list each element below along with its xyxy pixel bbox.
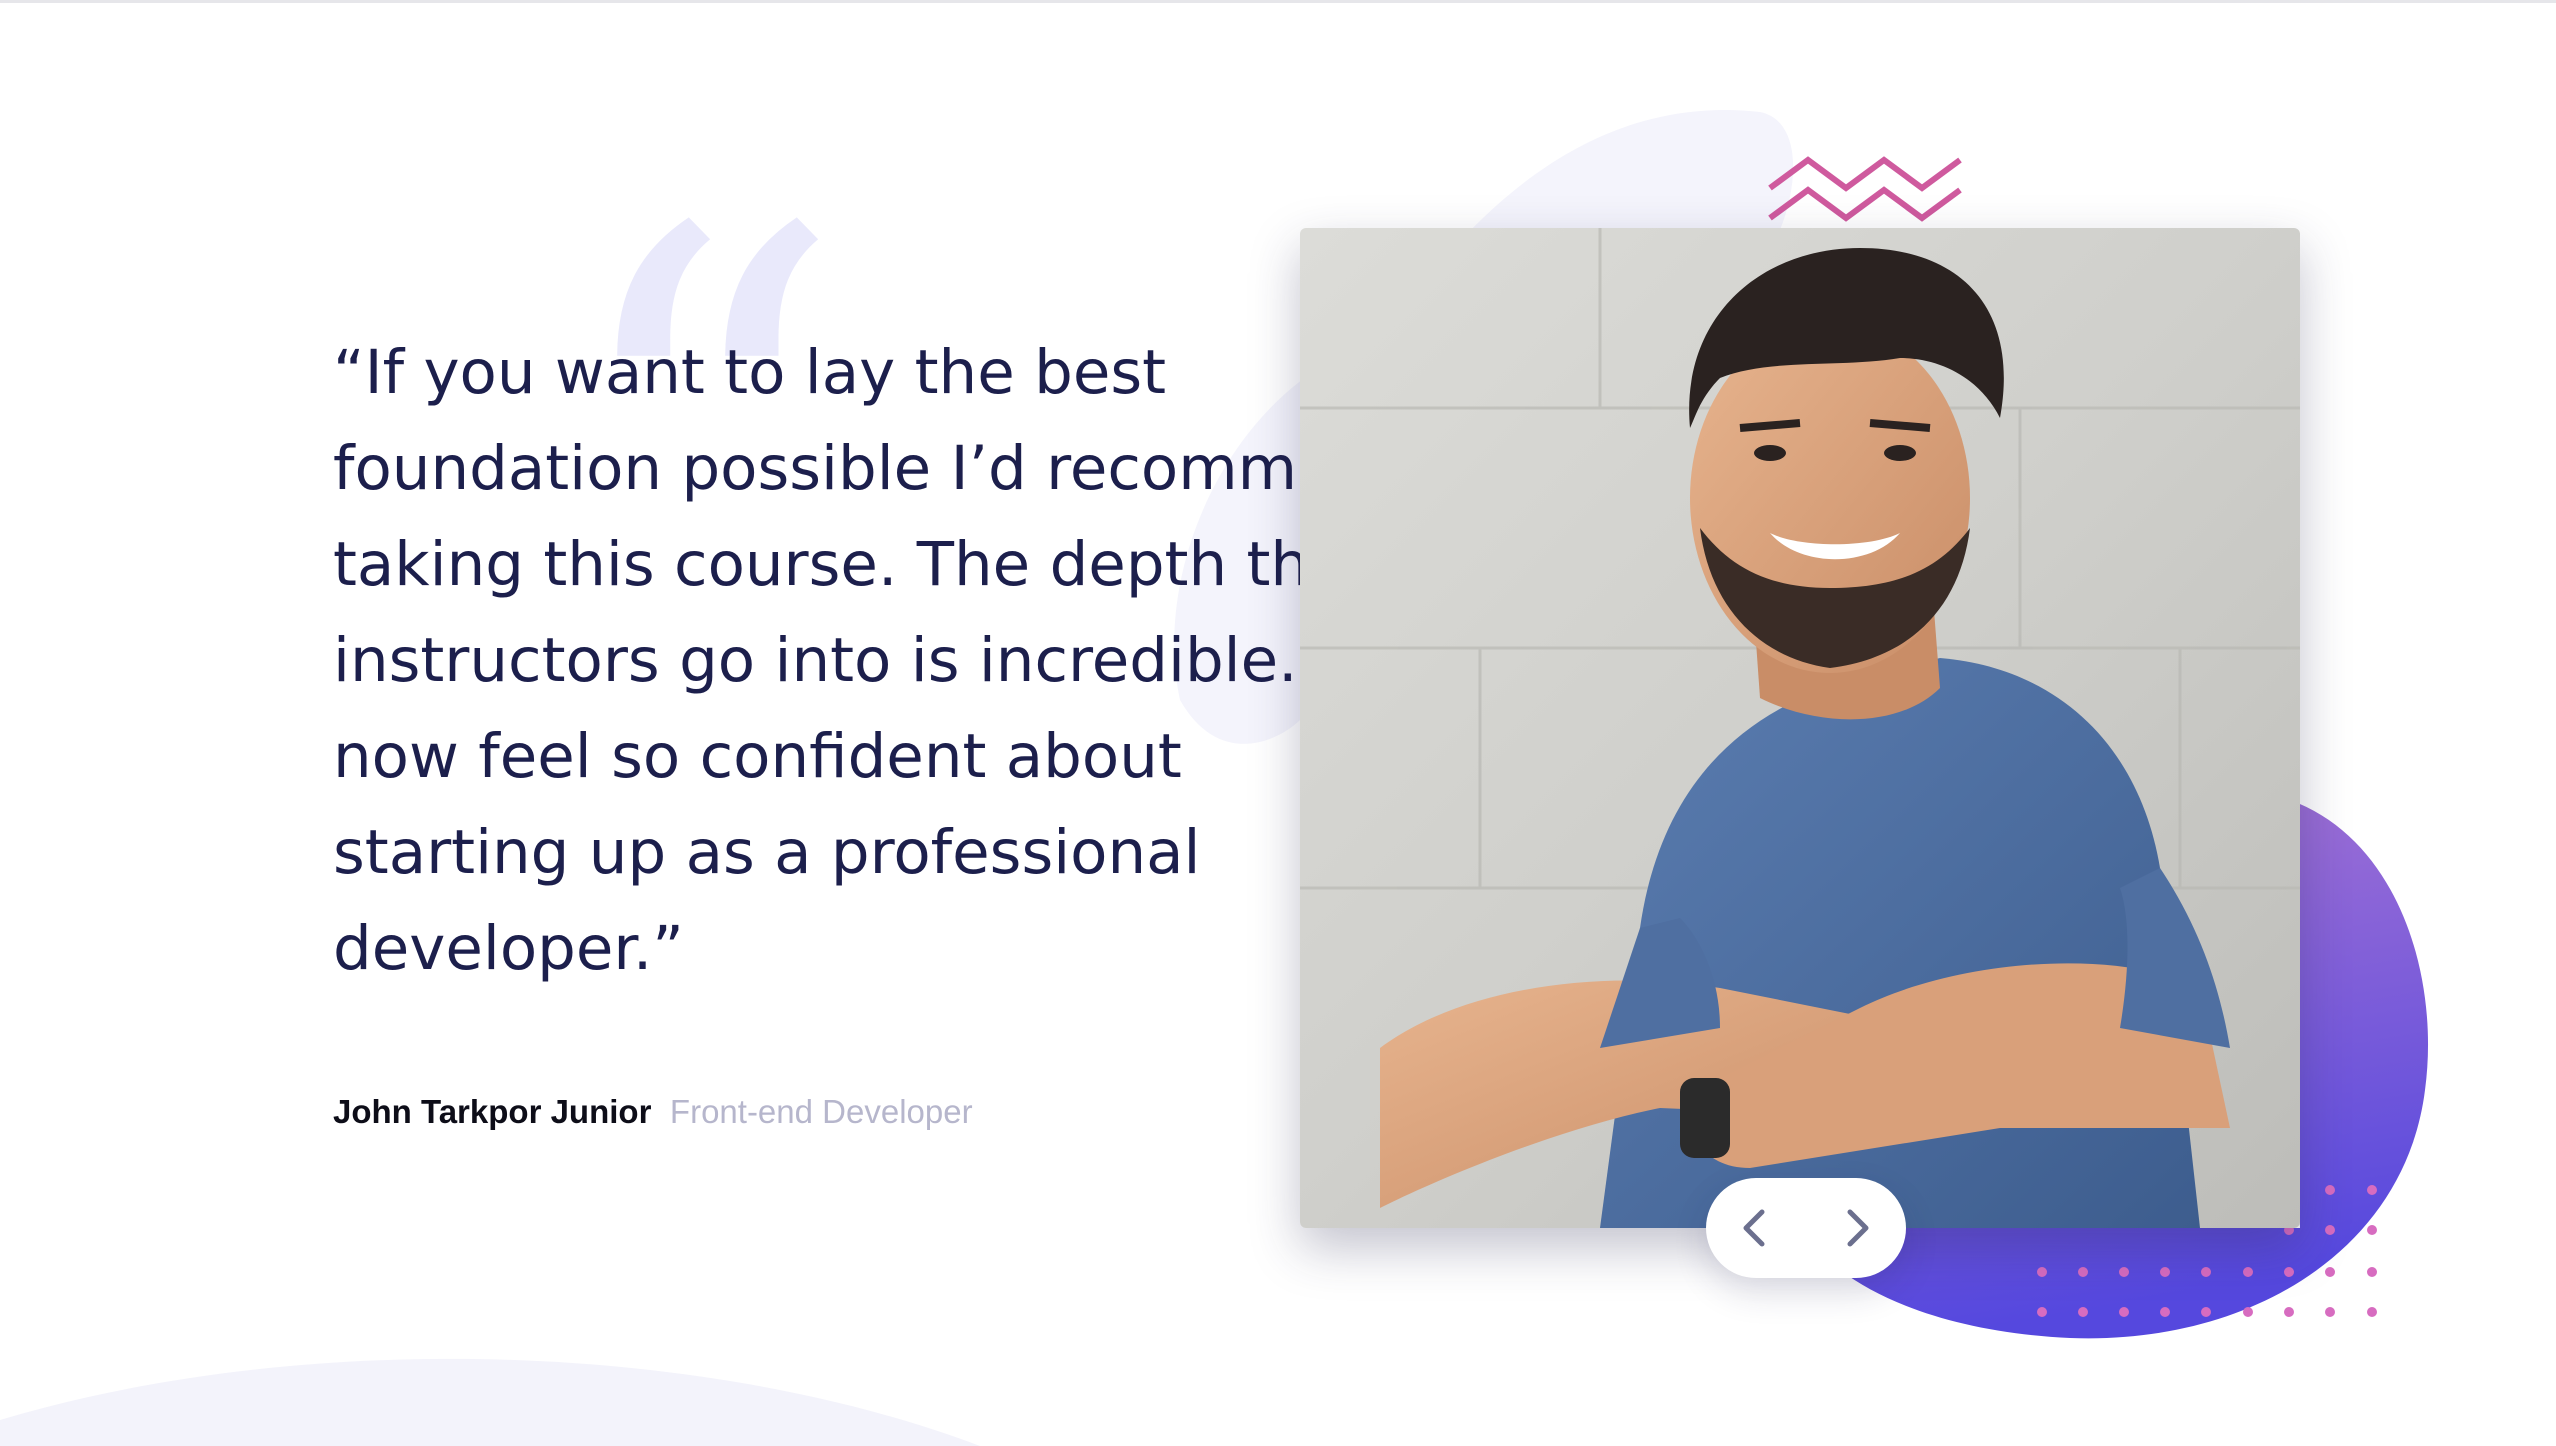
author-name: John Tarkpor Junior [333,1093,652,1130]
next-testimonial-button[interactable] [1826,1198,1886,1258]
author-photo [1300,228,2300,1228]
author-role: Front-end Developer [669,1093,973,1130]
testimonial-navigation [1706,1178,1906,1278]
zigzag-pattern-icon [1768,156,1962,222]
testimonial-page: “ “If you want to lay the best foundatio… [0,0,2556,1446]
testimonial-quote: “If you want to lay the best foundation … [333,337,1412,984]
testimonial-author: John Tarkpor Junior Front-end Developer [333,1090,973,1134]
previous-testimonial-button[interactable] [1726,1198,1786,1258]
chevron-left-icon [1743,1209,1765,1247]
portrait-illustration [1300,228,2300,1228]
bottom-curve [0,1358,980,1446]
chevron-right-icon [1847,1209,1869,1247]
